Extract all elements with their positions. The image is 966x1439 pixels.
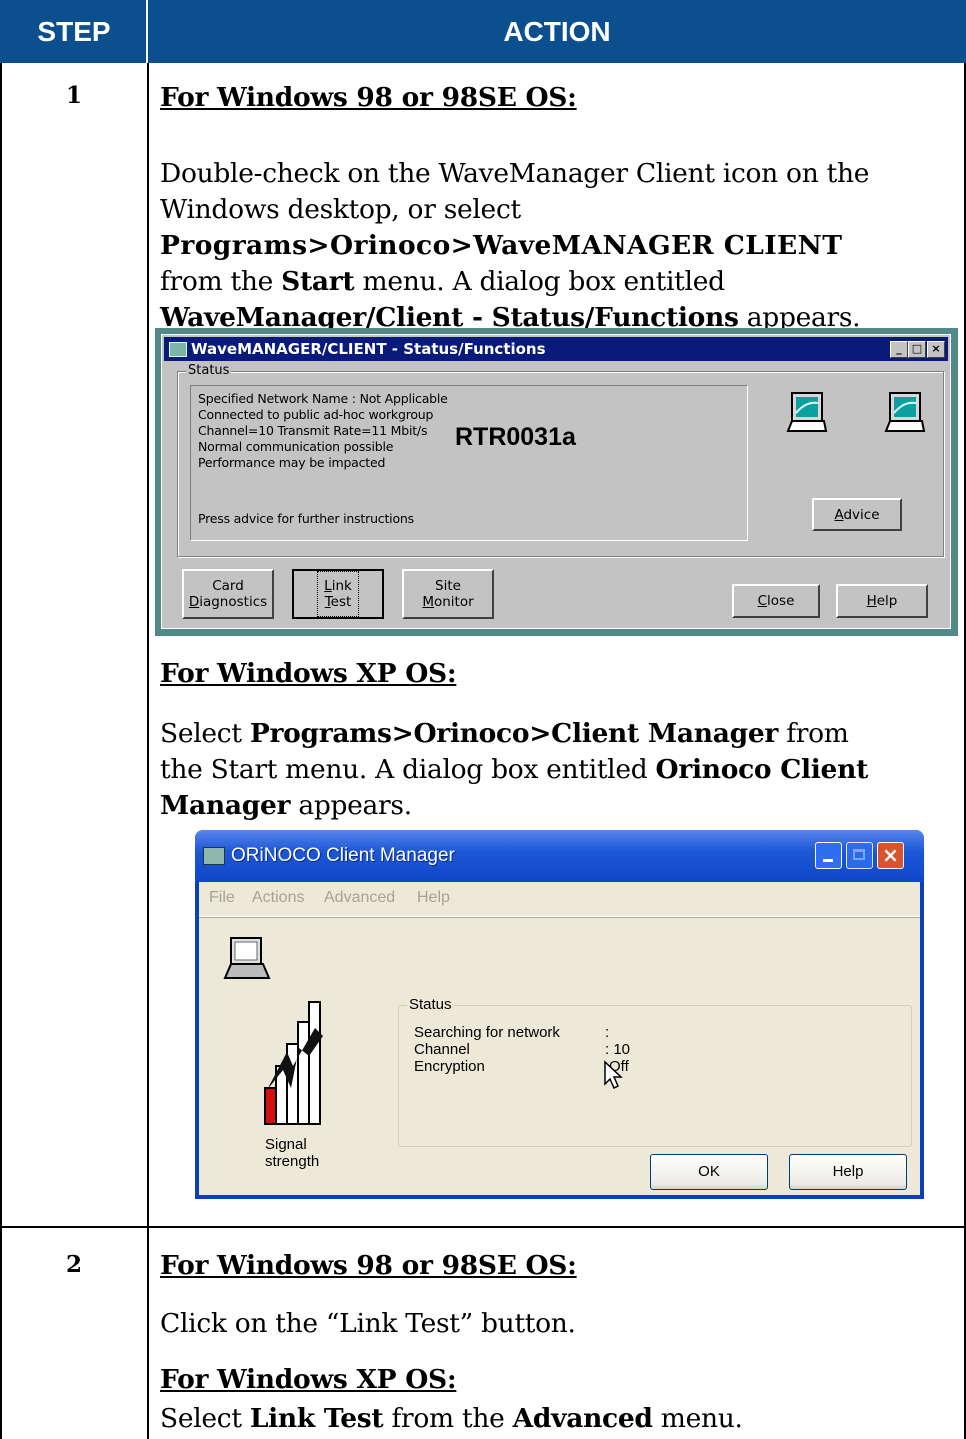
menu-file[interactable]: File (209, 889, 235, 907)
laptop-icon (223, 937, 271, 979)
text: from the (160, 266, 282, 297)
status-field-label: Encryption (414, 1058, 485, 1075)
step-number-1: 1 (65, 82, 82, 109)
text: menu. (652, 1403, 743, 1434)
text: appears. (290, 790, 412, 821)
card-diagnostics-button[interactable]: Card Diagnostics (182, 569, 274, 619)
press-advice-text: Press advice for further instructions (198, 511, 414, 526)
help-button-label: Help (866, 593, 898, 609)
column-divider (147, 63, 149, 1439)
text: menu. A dialog box entitled (354, 266, 725, 297)
card-diagnostics-label: Card Diagnostics (188, 578, 268, 610)
signal-label: strength (265, 1153, 320, 1170)
win98-titlebar: WaveMANAGER/CLIENT - Status/Functions _ … (164, 337, 948, 361)
help-button[interactable]: Help (836, 584, 928, 618)
help-button[interactable]: Help (789, 1154, 907, 1190)
advice-button-label: Advice (834, 506, 880, 523)
text-bold: Programs>Orinoco>Client Manager (249, 718, 779, 749)
text-bold: Advanced (512, 1403, 653, 1434)
signal-label: Signal (265, 1136, 307, 1153)
signal-strength-icon (264, 1001, 323, 1125)
step1-xp-heading: For Windows XP OS: (160, 658, 457, 689)
close-icon[interactable]: × (877, 842, 904, 869)
status-group-label: Status (186, 363, 232, 379)
step1-win98-paragraph: Double-check on the WaveManager Client i… (160, 156, 952, 336)
table-left-border (0, 63, 2, 1439)
step-number-2: 2 (65, 1251, 82, 1278)
site-monitor-label: Site Monitor (422, 578, 474, 610)
para-line: the Start menu. A dialog box entitled Or… (160, 752, 952, 788)
win98-window: WaveMANAGER/CLIENT - Status/Functions _ … (161, 334, 951, 629)
text-bold: Manager (160, 790, 291, 821)
header-step: STEP (37, 16, 111, 47)
text: from (778, 718, 849, 749)
ok-button[interactable]: OK (650, 1154, 768, 1190)
close-button[interactable]: Close (732, 584, 820, 618)
header-divider (146, 0, 148, 63)
status-field-label: Searching for network (414, 1024, 560, 1041)
step2-xp-heading: For Windows XP OS: (160, 1364, 457, 1395)
text: Select (160, 718, 250, 749)
step2-win98-heading: For Windows 98 or 98SE OS: (160, 1250, 577, 1281)
text-bold: Start (281, 266, 355, 297)
xp-title-text: ORiNOCO Client Manager (231, 845, 455, 866)
step2-xp-text: Select Link Test from the Advanced menu. (160, 1401, 952, 1437)
status-line: Normal communication possible (198, 439, 394, 454)
advice-button[interactable]: Advice (812, 498, 902, 531)
step1-xp-paragraph: Select Programs>Orinoco>Client Manager f… (160, 716, 952, 824)
header-action: ACTION (503, 16, 611, 47)
step1-win98-heading: For Windows 98 or 98SE OS: (160, 82, 577, 113)
maximize-icon[interactable]: □ (908, 341, 926, 358)
text-bold: Orinoco Client (655, 754, 869, 785)
close-icon[interactable]: × (927, 341, 945, 358)
site-monitor-button[interactable]: Site Monitor (402, 569, 494, 619)
para-line: Select Programs>Orinoco>Client Manager f… (160, 716, 952, 752)
text: Select (160, 1403, 250, 1434)
para-line: Double-check on the WaveManager Client i… (160, 158, 870, 189)
text: the Start menu. A dialog box entitled (160, 754, 656, 785)
link-test-label: Link Test (317, 571, 359, 617)
close-button-label: Close (757, 593, 795, 609)
figure-watermark: RTR0031a (455, 423, 576, 451)
win98-title-text: WaveMANAGER/CLIENT - Status/Functions (191, 340, 546, 358)
xp-dialog-screenshot: ORiNOCO Client Manager × File Actions Ad… (195, 830, 924, 1199)
menu-actions[interactable]: Actions (252, 889, 304, 907)
laptop-icon (884, 392, 926, 432)
app-icon (169, 342, 187, 357)
para-line: Manager appears. (160, 788, 952, 824)
xp-window-body: File Actions Advanced Help Signal streng… (199, 882, 920, 1195)
status-field-label: Channel (414, 1041, 470, 1058)
status-field-value: : (605, 1024, 610, 1041)
menu-advanced[interactable]: Advanced (324, 889, 395, 907)
status-line: Performance may be impacted (198, 455, 386, 470)
mouse-cursor-icon (604, 1060, 623, 1090)
para-line: from the Start menu. A dialog box entitl… (160, 264, 952, 300)
laptop-icon (786, 392, 828, 432)
para-line-bold: Programs>Orinoco>WaveMANAGER CLIENT (160, 230, 843, 261)
row-divider (0, 1226, 966, 1228)
win98-dialog-screenshot: WaveMANAGER/CLIENT - Status/Functions _ … (155, 328, 958, 636)
table-header: STEP ACTION (0, 0, 966, 63)
step2-win98-text: Click on the “Link Test” button. (160, 1308, 576, 1339)
maximize-icon[interactable] (846, 842, 873, 869)
status-line: Specified Network Name : Not Applicable (198, 391, 448, 406)
xp-status-label: Status (407, 996, 454, 1014)
text-bold: Link Test (249, 1403, 384, 1434)
app-icon (203, 847, 225, 865)
link-test-button[interactable]: Link Test (292, 569, 384, 619)
xp-menubar: File Actions Advanced Help (199, 882, 920, 917)
xp-titlebar: ORiNOCO Client Manager × (195, 830, 924, 882)
para-line: Windows desktop, or select (160, 194, 521, 225)
minimize-icon[interactable] (815, 842, 842, 869)
status-line: Channel=10 Transmit Rate=11 Mbit/s (198, 423, 428, 438)
status-field-value: : 10 (605, 1041, 631, 1058)
status-line: Connected to public ad-hoc workgroup (198, 407, 434, 422)
document-page: STEP ACTION 1 For Windows 98 or 98SE OS:… (0, 0, 966, 1439)
text: from the (383, 1403, 513, 1434)
menu-help[interactable]: Help (417, 889, 450, 907)
minimize-icon[interactable]: _ (890, 341, 908, 358)
